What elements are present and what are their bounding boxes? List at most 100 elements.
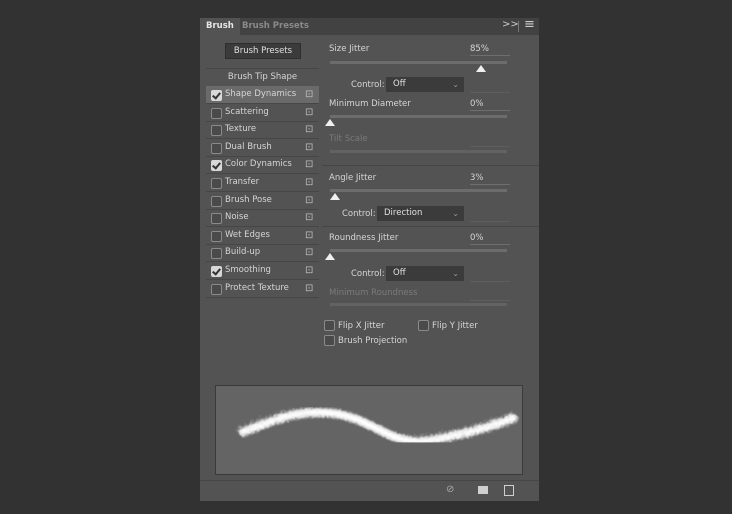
min-roundness-label: Minimum Roundness [329, 288, 418, 298]
lock-icon[interactable]: ⊡ [305, 192, 313, 209]
dropdown-value: Off [393, 268, 406, 278]
double-chevron-right-icon[interactable]: >> [502, 19, 519, 30]
lock-icon[interactable]: ⊡ [305, 121, 313, 138]
chevron-down-icon: ⌄ [452, 80, 459, 89]
divider [470, 280, 510, 282]
lock-icon[interactable]: ⊡ [305, 104, 313, 121]
dropdown-value: Direction [384, 208, 423, 218]
angle-control-dropdown[interactable]: Direction ⌄ [377, 206, 464, 221]
divider [322, 226, 539, 227]
tab-brush[interactable]: Brush [200, 18, 240, 35]
option-label: Smoothing [225, 265, 271, 275]
dropdown-value: Off [393, 79, 406, 89]
checkbox[interactable] [211, 160, 222, 172]
size-jitter-slider[interactable] [330, 61, 507, 64]
checkbox[interactable] [211, 142, 222, 154]
option-shape-dynamics[interactable]: Shape Dynamics ⊡ [206, 86, 319, 104]
checkbox[interactable] [211, 107, 222, 119]
chevron-down-icon: ⌄ [452, 269, 459, 278]
option-protect-texture[interactable]: Protect Texture ⊡ [206, 280, 319, 298]
create-new-brush-icon[interactable] [504, 485, 514, 496]
checkbox[interactable] [211, 213, 222, 225]
flip-x-jitter-checkbox[interactable]: Flip X Jitter [324, 320, 404, 334]
option-brush-pose[interactable]: Brush Pose ⊡ [206, 192, 319, 210]
tilt-scale-label: Tilt Scale [329, 134, 368, 144]
option-label: Texture [225, 124, 257, 135]
checkbox[interactable] [211, 178, 222, 189]
option-scattering[interactable]: Scattering ⊡ [206, 104, 319, 122]
min-diameter-slider[interactable] [330, 115, 507, 118]
checkbox[interactable] [418, 320, 429, 331]
option-label: Brush Pose [225, 194, 272, 205]
option-wet-edges[interactable]: Wet Edges ⊡ [206, 227, 319, 245]
option-color-dynamics[interactable]: Color Dynamics ⊡ [206, 156, 319, 175]
divider [322, 165, 539, 166]
option-dual-brush[interactable]: Dual Brush ⊡ [206, 139, 319, 157]
option-label: Dual Brush [225, 141, 272, 152]
roundness-jitter-label: Roundness Jitter [329, 233, 399, 243]
angle-jitter-value[interactable]: 3% [470, 173, 510, 185]
roundness-jitter-thumb[interactable] [325, 253, 335, 260]
checkbox[interactable] [211, 125, 222, 137]
option-label: Scattering [225, 106, 269, 117]
checkbox[interactable] [211, 266, 222, 277]
option-label: Shape Dynamics [225, 89, 297, 99]
checkbox-label: Flip X Jitter [338, 321, 385, 331]
checkbox[interactable] [211, 195, 222, 207]
min-roundness-slider [330, 303, 507, 306]
roundness-jitter-slider[interactable] [330, 249, 507, 252]
flip-y-jitter-checkbox[interactable]: Flip Y Jitter [418, 320, 498, 334]
lock-icon[interactable]: ⊡ [305, 174, 313, 191]
checkbox-label: Flip Y Jitter [432, 321, 478, 331]
brush-tip-shape-item[interactable]: Brush Tip Shape [206, 68, 319, 87]
lock-icon[interactable]: ⊡ [305, 262, 313, 279]
size-control-dropdown[interactable]: Off ⌄ [386, 77, 464, 92]
size-jitter-value[interactable]: 85% [470, 44, 510, 56]
checkbox[interactable] [211, 248, 222, 260]
tab-brush-presets[interactable]: Brush Presets [236, 18, 315, 35]
checkbox[interactable] [324, 335, 335, 346]
checkbox[interactable] [211, 90, 222, 101]
option-label: Color Dynamics [225, 159, 292, 170]
lock-icon[interactable]: ⊡ [305, 139, 313, 156]
divider [470, 299, 510, 301]
angle-jitter-thumb[interactable] [330, 193, 340, 200]
grid-preview-icon[interactable] [478, 486, 488, 494]
divider [470, 91, 510, 93]
divider [470, 220, 510, 222]
brush-panel: Brush Brush Presets >> ≡ Brush Presets B… [200, 17, 539, 501]
toggle-live-tip-preview-icon[interactable]: ⊘ [446, 484, 454, 495]
lock-icon[interactable]: ⊡ [305, 227, 313, 244]
option-transfer[interactable]: Transfer ⊡ [206, 174, 319, 192]
brush-projection-checkbox[interactable]: Brush Projection [324, 335, 424, 349]
size-jitter-thumb[interactable] [476, 65, 486, 72]
angle-jitter-slider[interactable] [330, 189, 507, 192]
option-label: Build-up [225, 247, 261, 258]
lock-icon[interactable]: ⊡ [305, 280, 313, 297]
lock-icon[interactable]: ⊡ [305, 156, 313, 173]
min-diameter-value[interactable]: 0% [470, 99, 510, 111]
lock-icon[interactable]: ⊡ [305, 209, 313, 226]
option-label: Noise [225, 212, 249, 223]
lock-icon[interactable]: ⊡ [305, 244, 313, 261]
option-build-up[interactable]: Build-up ⊡ [206, 244, 319, 263]
checkbox[interactable] [324, 320, 335, 331]
lock-icon[interactable]: ⊡ [305, 86, 313, 103]
hamburger-menu-icon[interactable]: ≡ [524, 17, 535, 32]
brush-presets-button[interactable]: Brush Presets [225, 43, 301, 59]
control-label: Control: [342, 209, 376, 219]
tilt-scale-slider [330, 150, 507, 153]
option-smoothing[interactable]: Smoothing ⊡ [206, 262, 319, 280]
divider [200, 480, 539, 481]
checkbox[interactable] [211, 230, 222, 242]
brush-stroke-preview [215, 385, 523, 475]
min-diameter-thumb[interactable] [325, 119, 335, 126]
angle-jitter-label: Angle Jitter [329, 173, 377, 183]
roundness-control-dropdown[interactable]: Off ⌄ [386, 266, 464, 281]
min-diameter-label: Minimum Diameter [329, 99, 411, 109]
checkbox[interactable] [211, 283, 222, 295]
roundness-jitter-value[interactable]: 0% [470, 233, 510, 245]
option-noise[interactable]: Noise ⊡ [206, 209, 319, 228]
option-label: Protect Texture [225, 282, 289, 293]
option-texture[interactable]: Texture ⊡ [206, 121, 319, 140]
